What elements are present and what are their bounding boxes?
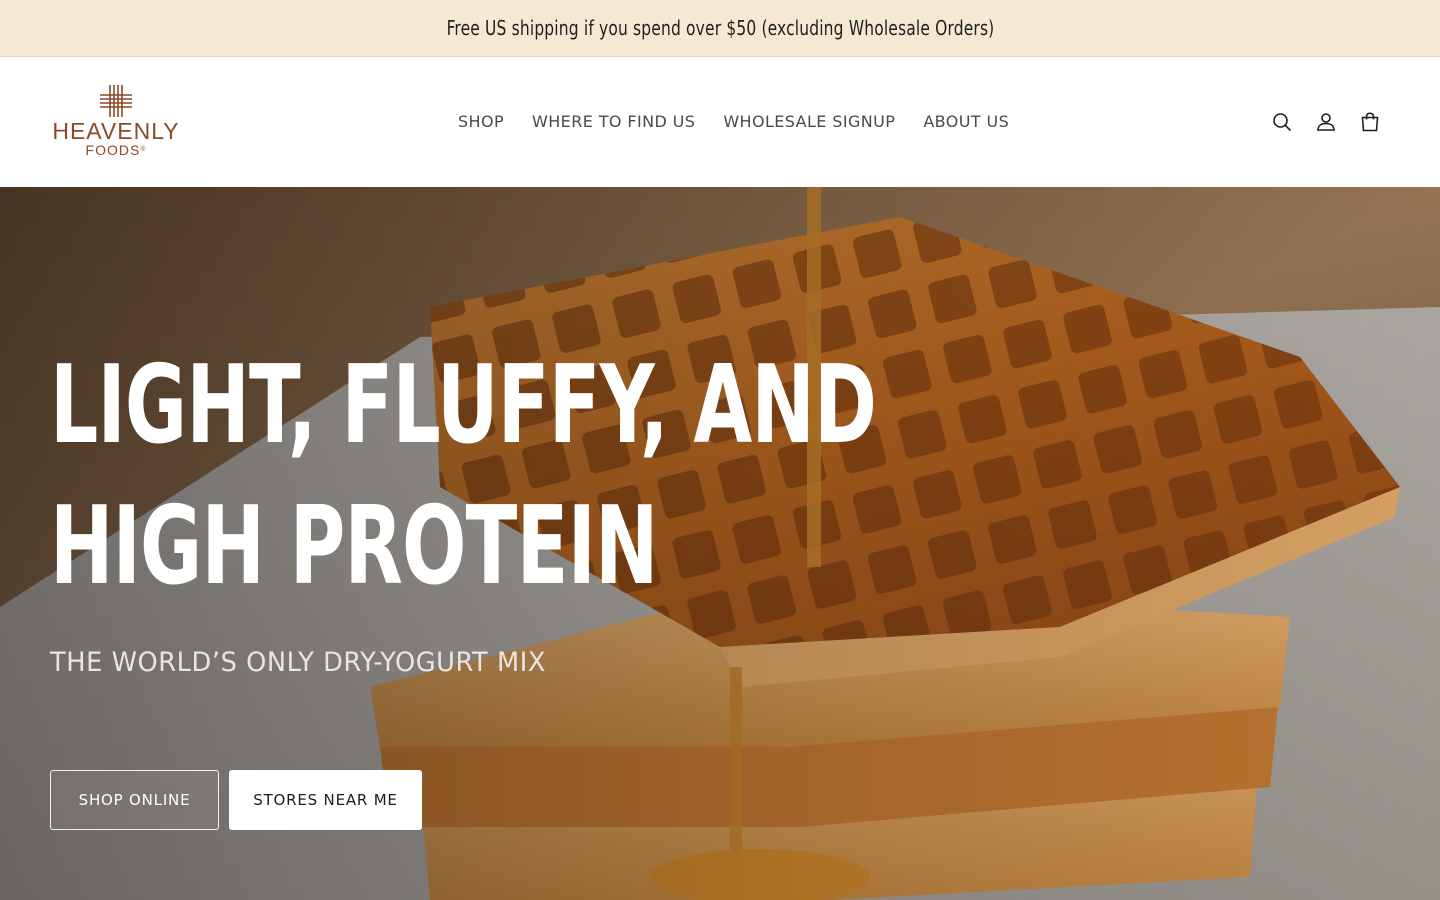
main-nav: SHOP WHERE TO FIND US WHOLESALE SIGNUP A…: [444, 101, 1023, 141]
nav-item-wholesale-signup[interactable]: WHOLESALE SIGNUP: [709, 104, 909, 139]
site-header: HEAVENLY FOODS® SHOP WHERE TO FIND US WH…: [0, 57, 1440, 187]
hero-buttons: SHOP ONLINE STORES NEAR ME: [50, 770, 422, 830]
nav-item-about-us[interactable]: ABOUT US: [909, 104, 1023, 139]
hero-subtitle: THE WORLD’S ONLY DRY-YOGURT MIX: [50, 647, 547, 678]
stores-near-me-button[interactable]: STORES NEAR ME: [229, 770, 422, 830]
logo-sub-text: FOODS®: [85, 142, 147, 158]
shop-online-button[interactable]: SHOP ONLINE: [50, 770, 219, 830]
hero-banner: LIGHT, FLUFFY, AND HIGH PROTEIN THE WORL…: [0, 187, 1440, 900]
announcement-text: Free US shipping if you spend over $50 (…: [446, 16, 994, 40]
waffle-grid-icon: [100, 85, 132, 117]
cart-button[interactable]: [1348, 100, 1392, 144]
hero-title-line-2: HIGH PROTEIN: [50, 484, 658, 609]
nav-item-where-to-find-us[interactable]: WHERE TO FIND US: [518, 104, 709, 139]
cart-icon: [1361, 112, 1379, 132]
hero-content: LIGHT, FLUFFY, AND HIGH PROTEIN THE WORL…: [50, 187, 877, 900]
header-icons: [1260, 100, 1392, 144]
account-button[interactable]: [1304, 100, 1348, 144]
logo[interactable]: HEAVENLY FOODS®: [48, 83, 184, 163]
search-icon: [1273, 113, 1292, 132]
hero-title-line-1: LIGHT, FLUFFY, AND: [50, 343, 877, 468]
announcement-bar: Free US shipping if you spend over $50 (…: [0, 0, 1440, 57]
nav-item-shop[interactable]: SHOP: [444, 104, 518, 139]
search-button[interactable]: [1260, 100, 1304, 144]
logo-brand-text: HEAVENLY: [52, 118, 180, 144]
account-icon: [1317, 113, 1335, 131]
